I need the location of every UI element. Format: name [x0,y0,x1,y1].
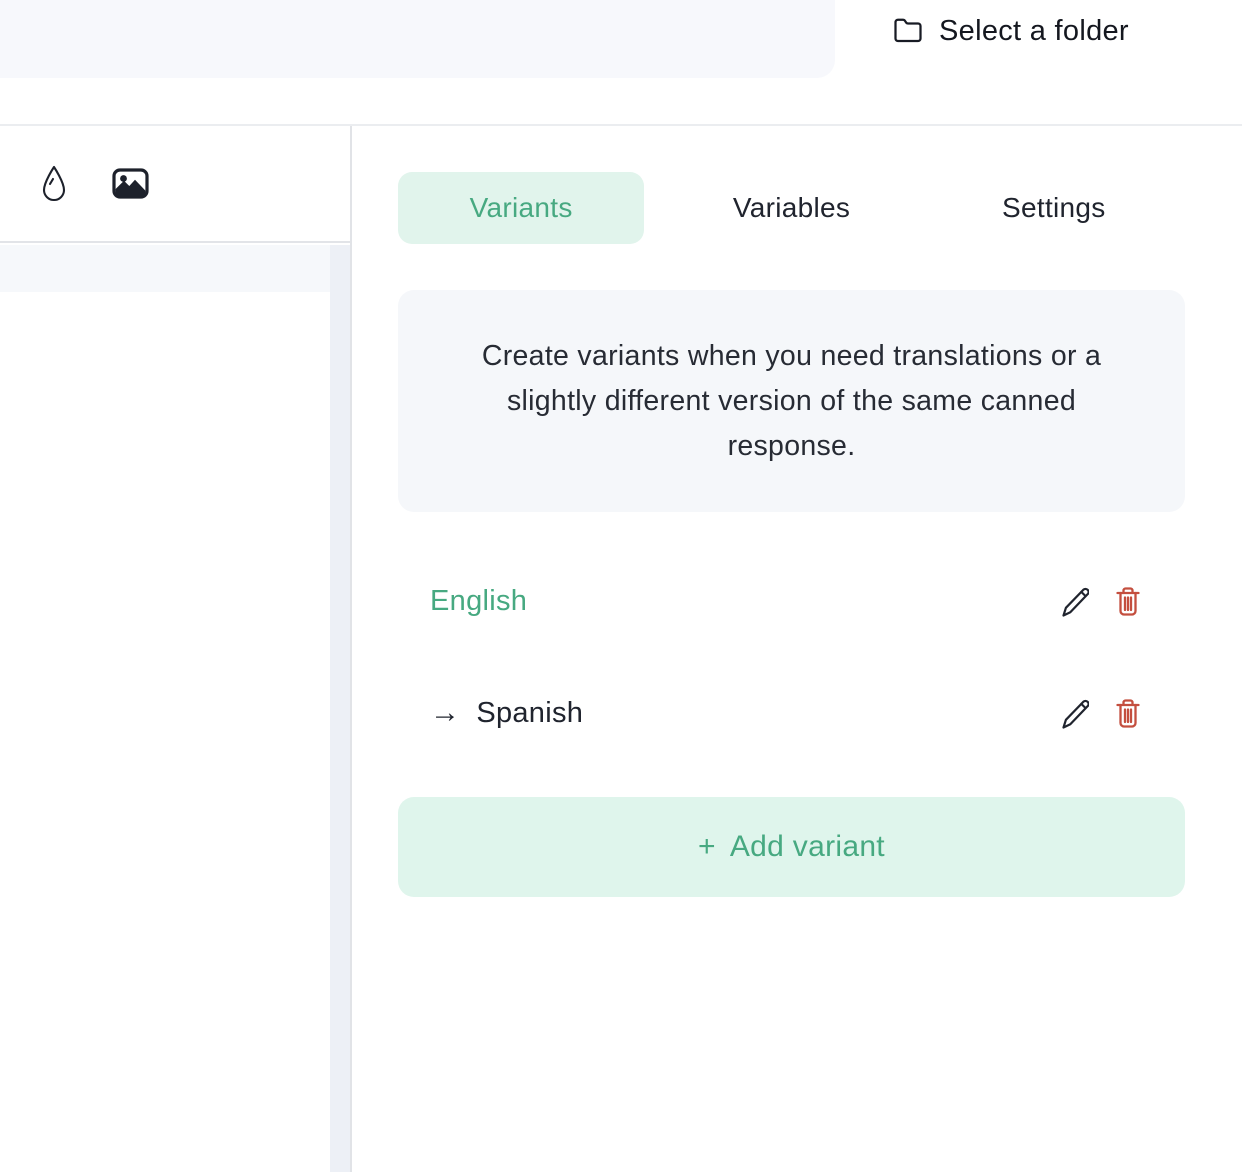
droplet-tool-button[interactable] [40,165,68,202]
trash-icon [1115,698,1141,728]
select-folder-label: Select a folder [939,15,1129,48]
variant-link[interactable]: English [430,585,527,618]
plus-icon: + [698,830,716,864]
variant-row: → Spanish [398,690,1185,736]
pencil-icon [1059,696,1089,730]
variants-panel: Variants Variables Settings Create varia… [398,126,1185,897]
delete-variant-button[interactable] [1115,698,1141,728]
arrow-right-icon: → [430,696,460,730]
tab-variables[interactable]: Variables [660,172,922,244]
droplet-icon [40,165,68,202]
variant-actions [1059,584,1141,618]
variants-info-box: Create variants when you need translatio… [398,290,1185,512]
list-item[interactable] [0,245,330,292]
folder-icon [893,16,923,46]
pencil-icon [1059,584,1089,618]
panel-divider [350,126,352,1172]
add-variant-button[interactable]: + Add variant [398,797,1185,897]
variant-row: English [398,578,1185,624]
edit-variant-button[interactable] [1059,696,1089,730]
edit-variant-button[interactable] [1059,584,1089,618]
select-folder-button[interactable]: Select a folder [893,4,1129,58]
add-variant-label: Add variant [730,830,885,864]
trash-icon [1115,586,1141,616]
image-tool-button[interactable] [112,168,149,199]
left-panel-scrollbar[interactable] [330,245,350,1172]
tab-settings[interactable]: Settings [923,172,1185,244]
tab-variants[interactable]: Variants [398,172,644,244]
header-bar [0,0,835,78]
tab-variables-label: Variables [733,192,850,224]
delete-variant-button[interactable] [1115,586,1141,616]
tab-variants-label: Variants [470,192,573,224]
variants-info-text: Create variants when you need translatio… [482,334,1101,469]
editor-toolbar [0,126,350,243]
variant-link[interactable]: Spanish [476,697,583,730]
tab-settings-label: Settings [1002,192,1106,224]
tab-bar: Variants Variables Settings [398,172,1185,244]
image-icon [112,168,149,199]
variant-actions [1059,696,1141,730]
